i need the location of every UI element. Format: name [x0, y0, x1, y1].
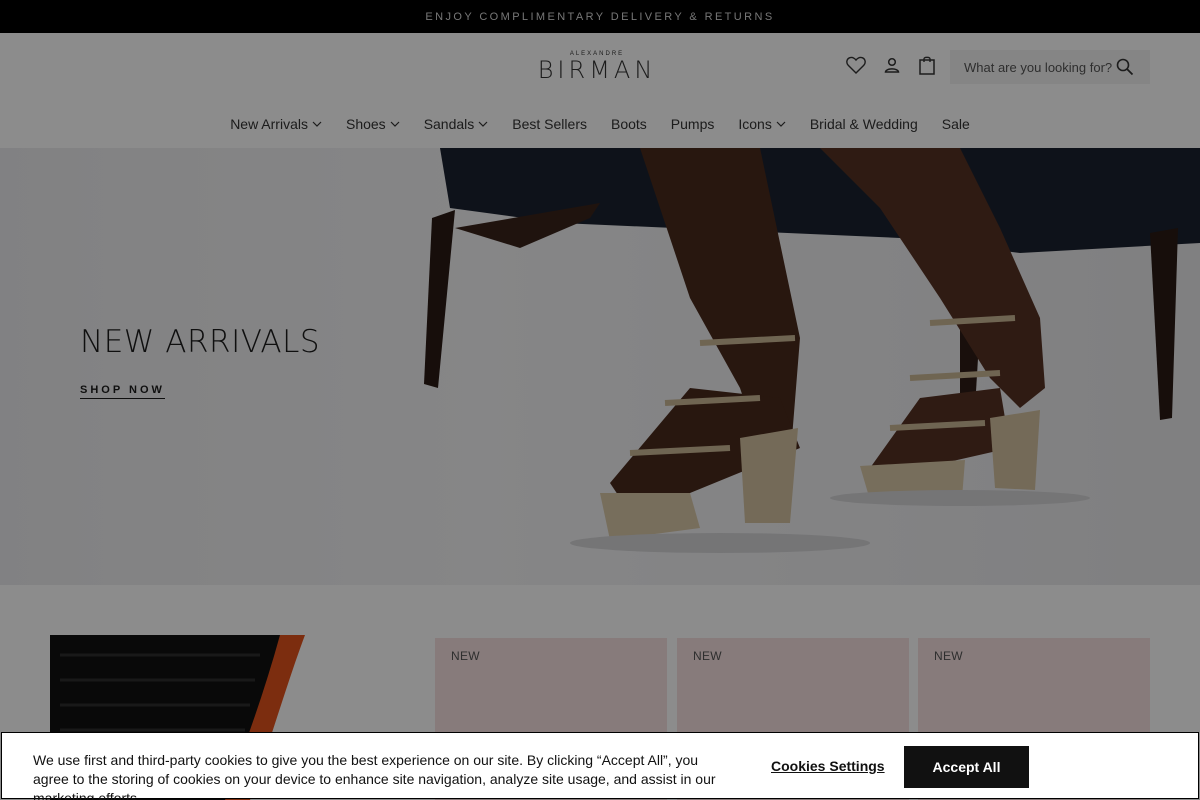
new-badge: NEW	[693, 649, 722, 663]
nav-item-label: Sale	[941, 116, 970, 132]
cookie-banner: We use first and third-party cookies to …	[1, 732, 1199, 800]
hero-image	[424, 148, 1200, 553]
promo-bar: ENJOY COMPLIMENTARY DELIVERY & RETURNS	[0, 0, 1200, 33]
shopping-bag-icon[interactable]	[915, 53, 939, 77]
chevron-down-icon	[312, 121, 322, 127]
hero-banner[interactable]: NEW ARRIVALS SHOP NOW	[0, 148, 1200, 585]
new-badge: NEW	[451, 649, 480, 663]
nav-item-best-sellers[interactable]: Best Sellers	[512, 116, 587, 132]
main-nav: New Arrivals Shoes Sandals Best Sellers …	[0, 111, 1200, 137]
cookie-message: We use first and third-party cookies to …	[33, 752, 716, 800]
search-icon[interactable]	[1116, 58, 1134, 81]
chevron-down-icon	[478, 121, 488, 127]
nav-item-label: New Arrivals	[230, 116, 308, 132]
nav-item-label: Shoes	[345, 116, 386, 132]
site-header: ALEXANDRE BIRMAN New Arrivals Shoes Sand…	[0, 33, 1200, 148]
nav-item-label: Pumps	[670, 116, 715, 132]
brand-logo[interactable]: ALEXANDRE BIRMAN	[536, 51, 658, 83]
nav-item-icons[interactable]: Icons	[738, 116, 786, 132]
user-icon[interactable]	[880, 53, 904, 77]
chevron-down-icon	[776, 121, 786, 127]
nav-item-label: Best Sellers	[512, 116, 587, 132]
nav-item-label: Boots	[610, 116, 647, 132]
heart-icon[interactable]	[844, 53, 868, 77]
nav-item-shoes[interactable]: Shoes	[346, 116, 400, 132]
search-input[interactable]	[964, 59, 1114, 75]
chevron-down-icon	[390, 121, 400, 127]
nav-item-label: Sandals	[423, 116, 475, 132]
accept-all-button[interactable]: Accept All	[904, 746, 1029, 788]
nav-item-boots[interactable]: Boots	[611, 116, 647, 132]
logo-main-text: BIRMAN	[537, 56, 657, 84]
search-box	[950, 50, 1150, 84]
cookies-settings-button[interactable]: Cookies Settings	[771, 758, 885, 774]
nav-item-new-arrivals[interactable]: New Arrivals	[230, 116, 322, 132]
nav-item-sale[interactable]: Sale	[942, 116, 970, 132]
nav-item-label: Bridal & Wedding	[809, 116, 918, 132]
nav-item-pumps[interactable]: Pumps	[671, 116, 715, 132]
nav-item-label: Icons	[738, 116, 772, 132]
nav-item-bridal-wedding[interactable]: Bridal & Wedding	[810, 116, 918, 132]
promo-text: ENJOY COMPLIMENTARY DELIVERY & RETURNS	[425, 10, 775, 23]
new-badge: NEW	[934, 649, 963, 663]
nav-item-sandals[interactable]: Sandals	[424, 116, 489, 132]
shop-now-link[interactable]: SHOP NOW	[80, 384, 165, 399]
hero-title: NEW ARRIVALS	[80, 324, 321, 360]
